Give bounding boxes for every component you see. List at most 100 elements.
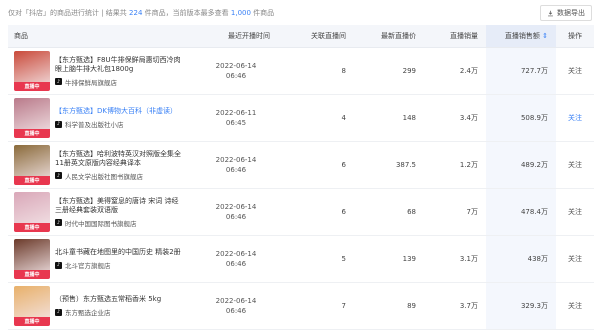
col-product: 商品 [8,25,194,48]
live-sales: 1.2万 [424,141,486,189]
table-row[interactable]: 直播中 【东方甄选】DK博物大百科（非虚读） ♪ 科学普及出版社小店 2022-… [8,94,594,142]
product-thumbnail[interactable]: 直播中 [14,239,50,279]
shop-info[interactable]: ♪ 牛排保鲜局旗舰店 [55,77,185,87]
live-date: 2022-06-11 [215,109,257,117]
product-table: 商品 最近开播时间 关联直播间 最新直播价 直播销量 直播销售额 ⇕ 操作 直播… [8,25,594,330]
douyin-icon: ♪ [55,308,62,316]
export-button[interactable]: 数据导出 [540,5,592,21]
product-title[interactable]: 北斗童书藏在地图里的中国历史 精装2册 [55,248,185,257]
assoc-count: 6 [278,188,354,236]
live-sales: 3.1万 [424,235,486,283]
table-row[interactable]: 直播中 北斗童书藏在地图里的中国历史 精装2册 ♪ 北斗官方旗舰店 2022-0… [8,235,594,283]
col-latest-price[interactable]: 最新直播价 [354,25,424,48]
live-badge: 直播中 [14,82,50,91]
product-cell: 直播中 【东方甄选】F8U牛排保鲜局惠切西冷肉眼上脑牛排大礼包1800g ♪ 牛… [8,47,194,95]
first-live-time: 2022-06-14 06:46 [194,188,278,236]
live-date: 2022-06-14 [215,297,257,305]
product-thumbnail[interactable]: 直播中 [14,98,50,138]
live-badge: 直播中 [14,270,50,279]
live-sales: 3.7万 [424,282,486,330]
table-row[interactable]: 直播中 【东方甄选】美得窒息的唐诗 宋词 诗经三册经典套装双语版 ♪ 时代中国国… [8,188,594,236]
live-date: 2022-06-14 [215,62,257,70]
live-sales: 2.4万 [424,47,486,95]
table-row[interactable]: 直播中 （预售）东方甄选五常稻香米 5kg ♪ 东方甄选企业店 2022-06-… [8,282,594,330]
live-time: 06:46 [225,72,247,80]
live-gmv: 478.4万 [486,188,556,236]
live-time: 06:46 [225,213,247,221]
douyin-icon: ♪ [55,219,62,226]
product-thumbnail[interactable]: 直播中 [14,286,50,326]
product-title[interactable]: 【东方甄选】美得窒息的唐诗 宋词 诗经三册经典套装双语版 [55,197,185,215]
latest-price: 148 [354,94,424,142]
first-live-time: 2022-06-14 06:46 [194,282,278,330]
col-gmv-label: 直播销售额 [504,32,540,40]
live-badge: 直播中 [14,176,50,185]
live-time: 06:45 [225,119,247,127]
shop-info[interactable]: ♪ 北斗官方旗舰店 [55,260,185,270]
live-date: 2022-06-14 [215,156,257,164]
product-thumbnail[interactable]: 直播中 [14,51,50,91]
table-row[interactable]: 直播中 【东方甄选】哈利波特英汉对照版全集全11册英文原版内容经典译本 ♪ 人民… [8,141,594,189]
follow-button[interactable]: 关注 [556,47,594,95]
follow-button[interactable]: 关注 [556,188,594,236]
sort-desc-icon: ⇕ [542,32,548,40]
product-cell: 直播中 【东方甄选】DK博物大百科（非虚读） ♪ 科学普及出版社小店 [8,94,194,142]
live-time: 06:46 [225,166,247,174]
assoc-count: 4 [278,94,354,142]
shop-info[interactable]: ♪ 东方甄选企业店 [55,307,185,317]
live-gmv: 489.2万 [486,141,556,189]
douyin-icon: ♪ [55,78,62,85]
product-title[interactable]: 【东方甄选】F8U牛排保鲜局惠切西冷肉眼上脑牛排大礼包1800g [55,56,185,74]
assoc-count: 5 [278,235,354,283]
douyin-icon: ♪ [55,120,62,128]
product-title[interactable]: 【东方甄选】哈利波特英汉对照版全集全11册英文原版内容经典译本 [55,150,185,168]
col-gmv[interactable]: 直播销售额 ⇕ [486,25,556,48]
live-date: 2022-06-14 [215,250,257,258]
assoc-count: 6 [278,141,354,189]
live-sales: 7万 [424,188,486,236]
summary-middle: 件商品，当前版本最多查看 [144,9,229,17]
product-thumbnail[interactable]: 直播中 [14,192,50,232]
shop-name: 时代中国国际图书旗舰店 [65,219,137,228]
first-live-time: 2022-06-14 06:46 [194,235,278,283]
live-badge: 直播中 [14,129,50,138]
shop-info[interactable]: ♪ 人民文学出版社图书旗舰店 [55,171,185,181]
live-badge: 直播中 [14,223,50,232]
first-live-time: 2022-06-11 06:45 [194,94,278,142]
follow-button[interactable]: 关注 [556,235,594,283]
result-count: 224 [129,9,143,17]
result-summary: 仅对「抖店」的商品进行统计 | 结果共 224 件商品，当前版本最多查看 1,0… [8,8,274,18]
follow-button[interactable]: 关注 [556,94,594,142]
assoc-count: 7 [278,282,354,330]
table-row[interactable]: 直播中 【东方甄选】F8U牛排保鲜局惠切西冷肉眼上脑牛排大礼包1800g ♪ 牛… [8,47,594,95]
col-first-live[interactable]: 最近开播时间 [194,25,278,48]
live-time: 06:46 [225,307,247,315]
latest-price: 139 [354,235,424,283]
export-label: 数据导出 [557,9,585,17]
summary-prefix: 仅对「抖店」的商品进行统计 | 结果共 [8,9,127,17]
product-title[interactable]: 【东方甄选】DK博物大百科（非虚读） [55,107,185,116]
follow-button[interactable]: 关注 [556,141,594,189]
toolbar: 仅对「抖店」的商品进行统计 | 结果共 224 件商品，当前版本最多查看 1,0… [0,0,600,22]
live-date: 2022-06-14 [215,203,257,211]
shop-name: 人民文学出版社图书旗舰店 [65,172,143,181]
shop-info[interactable]: ♪ 科学普及出版社小店 [55,119,185,129]
col-sales[interactable]: 直播销量 [424,25,486,48]
shop-name: 北斗官方旗舰店 [65,262,111,270]
follow-button[interactable]: 关注 [556,282,594,330]
table-header: 商品 最近开播时间 关联直播间 最新直播价 直播销量 直播销售额 ⇕ 操作 [8,25,594,48]
col-assoc-count[interactable]: 关联直播间 [278,25,354,48]
product-cell: 直播中 【东方甄选】美得窒息的唐诗 宋词 诗经三册经典套装双语版 ♪ 时代中国国… [8,188,194,236]
assoc-count: 8 [278,47,354,95]
douyin-icon: ♪ [55,172,62,179]
live-time: 06:46 [225,260,247,268]
live-gmv: 508.9万 [486,94,556,142]
product-title[interactable]: （预售）东方甄选五常稻香米 5kg [55,295,185,304]
product-cell: 直播中 （预售）东方甄选五常稻香米 5kg ♪ 东方甄选企业店 [8,282,194,330]
shop-info[interactable]: ♪ 时代中国国际图书旗舰店 [55,218,185,228]
live-gmv: 438万 [486,235,556,283]
douyin-icon: ♪ [55,261,62,269]
shop-name: 牛排保鲜局旗舰店 [65,78,117,87]
product-thumbnail[interactable]: 直播中 [14,145,50,185]
live-gmv: 329.3万 [486,282,556,330]
